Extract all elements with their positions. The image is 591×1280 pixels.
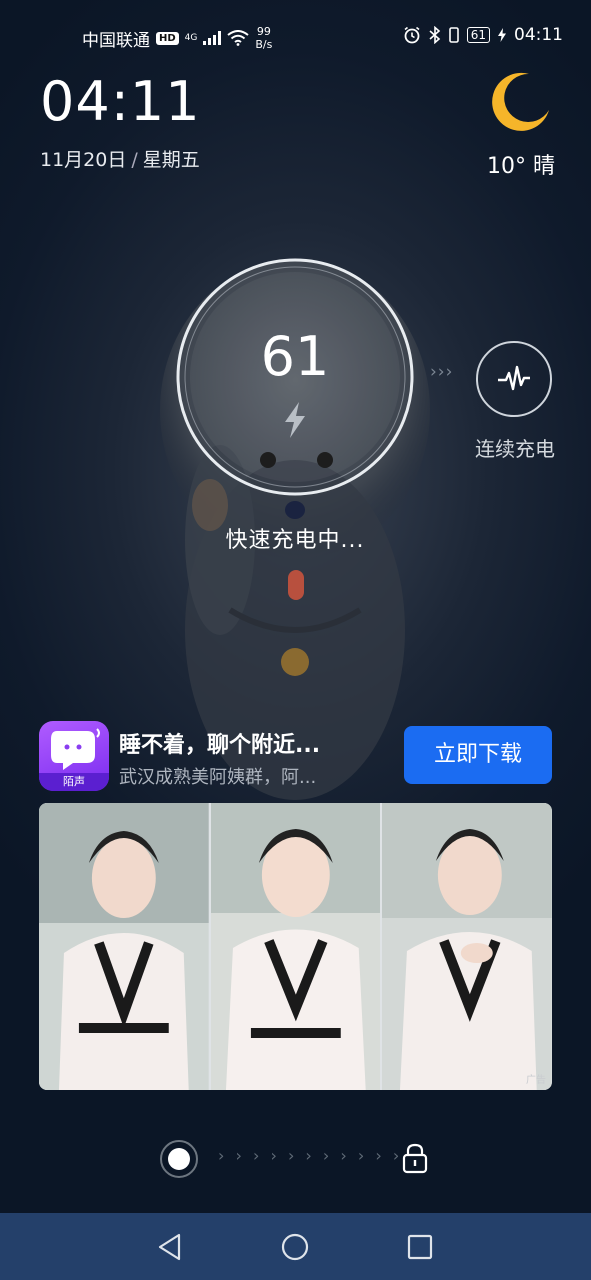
ad-app-tag: 陌声 — [39, 773, 109, 791]
signal-icon — [203, 31, 222, 45]
bluetooth-icon — [429, 26, 440, 44]
network-speed: 99 B/s — [255, 25, 272, 51]
ad-photo-woman — [382, 803, 552, 1090]
chat-bubble-icon — [51, 728, 100, 770]
lock-icon[interactable] — [402, 1142, 428, 1174]
ad-label: 广告 — [526, 1075, 547, 1086]
back-triangle-icon — [158, 1233, 181, 1260]
ad-photo-woman — [39, 803, 209, 1090]
waveform-icon — [498, 365, 530, 391]
charging-status-text: 快速充电中... — [225, 528, 365, 553]
carrier-name: 中国联通 — [82, 30, 150, 51]
hd-badge: HD — [156, 31, 179, 45]
alarm-icon — [404, 26, 420, 44]
home-circle-icon — [281, 1233, 309, 1260]
weather-condition: 晴 — [532, 154, 555, 179]
ad-image[interactable]: 广告 — [382, 803, 552, 1090]
lightning-bolt-icon — [285, 402, 305, 438]
slider-dot — [168, 1148, 190, 1170]
ad-title[interactable]: 睡不着，聊个附近... — [119, 727, 320, 759]
unlock-track-arrows: › › › › › › › › › › › — [218, 1146, 403, 1165]
unlock-slider-knob[interactable] — [160, 1140, 198, 1178]
battery-icon: 61 — [466, 27, 490, 43]
back-button[interactable] — [130, 1213, 210, 1280]
wifi-icon — [227, 30, 249, 46]
recents-button[interactable] — [380, 1213, 460, 1280]
weekday-text: 星期五 — [142, 149, 200, 171]
speed-unit: B/s — [255, 38, 273, 51]
vibrate-icon — [448, 27, 459, 43]
date-text: 11月20日 — [40, 149, 127, 171]
speed-value: 99 — [256, 25, 271, 38]
ad-image-strip[interactable]: 广告 — [39, 803, 552, 1090]
flow-arrows: ››› — [430, 362, 454, 382]
lockscreen-date: 11月20日 / 星期五 — [40, 145, 200, 172]
status-time: 04:11 — [514, 25, 563, 45]
download-button[interactable]: 立即下载 — [404, 726, 552, 784]
moon-icon — [492, 72, 549, 131]
ad-app-icon[interactable]: 陌声 — [39, 721, 109, 791]
ad-photo-woman — [210, 803, 381, 1090]
ad-subtitle[interactable]: 武汉成熟美阿姨群，阿... — [119, 763, 316, 789]
temperature: 10° — [486, 154, 526, 179]
weather-text: 10° 晴 — [487, 148, 555, 180]
navigation-bar — [0, 1213, 591, 1280]
battery-percent: 61 — [260, 325, 330, 388]
continuous-charging-label: 连续充电 — [475, 437, 555, 461]
weather-widget[interactable] — [475, 70, 555, 136]
ad-image[interactable] — [39, 803, 209, 1090]
continuous-charging-button[interactable] — [476, 341, 552, 417]
charging-icon — [498, 28, 506, 42]
lockscreen-clock: 04:11 — [40, 70, 201, 133]
ad-image[interactable] — [210, 803, 381, 1090]
date-separator: / — [131, 149, 138, 171]
status-bar: 中国联通 HD 4G 99 B/s 61 04:11 — [0, 0, 591, 74]
recents-square-icon — [407, 1234, 433, 1259]
network-type: 4G — [184, 33, 198, 43]
home-button[interactable] — [255, 1213, 335, 1280]
